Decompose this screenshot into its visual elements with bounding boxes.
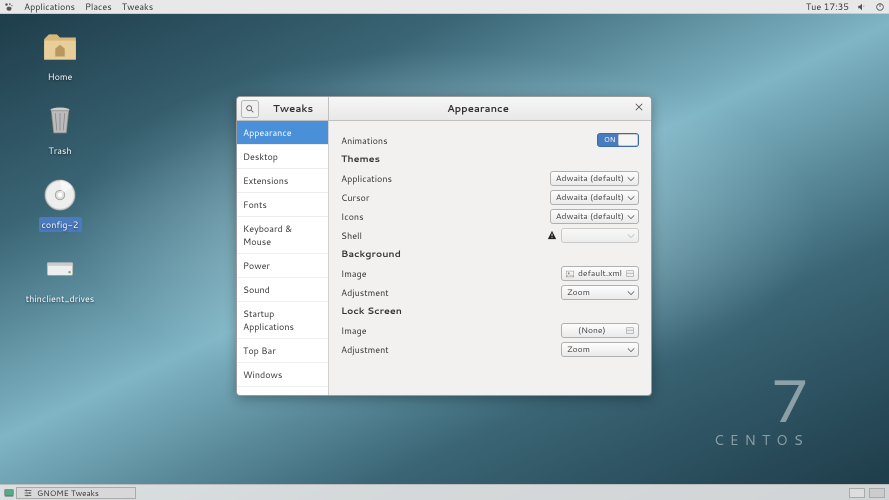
sidebar-item-power[interactable]: Power: [237, 254, 328, 278]
dropdown-value: Zoom: [567, 286, 590, 298]
volume-icon[interactable]: [857, 2, 867, 12]
sidebar-item-fonts[interactable]: Fonts: [237, 193, 328, 217]
desktop-icon-label: thinclient_drives: [23, 291, 98, 306]
open-file-icon: [625, 326, 635, 336]
panel-title: Appearance: [329, 97, 627, 120]
sidebar-item-startup[interactable]: Startup Applications: [237, 302, 328, 339]
sidebar-item-sound[interactable]: Sound: [237, 278, 328, 302]
tweaks-window: Tweaks Appearance Appearance Desktop Ext…: [236, 96, 652, 396]
desktop-icon-label: config-2: [39, 217, 82, 232]
sidebar-item-topbar[interactable]: Top Bar: [237, 339, 328, 363]
theme-cursor-dropdown[interactable]: Adwaita (default): [550, 190, 639, 205]
chevron-down-icon: [627, 175, 635, 183]
menu-app-tweaks[interactable]: Tweaks: [122, 0, 153, 13]
menu-applications[interactable]: Applications: [24, 0, 75, 13]
theme-cursor-label: Cursor: [341, 191, 369, 204]
filechooser-value: default.xml: [578, 267, 622, 279]
drive-icon: [40, 250, 80, 288]
themes-header: Themes: [341, 153, 639, 166]
workspace-switcher[interactable]: [849, 488, 865, 498]
dropdown-value: Zoom: [567, 343, 590, 355]
trash-icon: [40, 102, 80, 140]
close-button[interactable]: [633, 103, 645, 115]
content-panel: Animations ON Themes Applications Adwait…: [329, 121, 651, 395]
sidebar: Appearance Desktop Extensions Fonts Keyb…: [237, 121, 329, 395]
search-icon: [245, 104, 255, 114]
theme-icons-label: Icons: [341, 210, 364, 223]
clock[interactable]: Tue 17:35: [806, 0, 849, 13]
ls-adjustment-label: Adjustment: [341, 343, 389, 356]
theme-icons-dropdown[interactable]: Adwaita (default): [550, 209, 639, 224]
ls-image-chooser[interactable]: (None): [561, 323, 639, 338]
image-icon: [565, 269, 575, 279]
taskbar-item-tweaks[interactable]: GNOME Tweaks: [16, 487, 136, 499]
search-button[interactable]: [241, 100, 259, 118]
menu-places[interactable]: Places: [85, 0, 112, 13]
bg-image-label: Image: [341, 267, 367, 280]
warning-icon: [547, 230, 557, 240]
desktop-icon-config2[interactable]: config-2: [30, 176, 90, 232]
titlebar[interactable]: Tweaks Appearance: [237, 97, 651, 121]
desktop-icon-trash[interactable]: Trash: [30, 102, 90, 158]
chevron-down-icon: [627, 213, 635, 221]
close-icon: [635, 103, 643, 111]
sidebar-item-extensions[interactable]: Extensions: [237, 169, 328, 193]
theme-applications-label: Applications: [341, 172, 392, 185]
chevron-down-icon: [627, 346, 635, 354]
ls-adjustment-dropdown[interactable]: Zoom: [561, 342, 639, 357]
desktop-icon-label: Trash: [45, 143, 74, 158]
bg-image-chooser[interactable]: default.xml: [561, 266, 639, 281]
animations-label: Animations: [341, 134, 388, 147]
sidebar-item-appearance[interactable]: Appearance: [237, 121, 328, 145]
gnome-foot-icon: [4, 2, 14, 12]
workspace-switcher[interactable]: [869, 488, 885, 498]
folder-home-icon: [40, 28, 80, 66]
power-icon[interactable]: [875, 2, 885, 12]
dropdown-value: Adwaita (default): [556, 191, 624, 203]
taskbar-item-label: GNOME Tweaks: [37, 487, 99, 499]
chevron-down-icon: [627, 232, 635, 240]
desktop-icon-home[interactable]: Home: [30, 28, 90, 84]
chevron-down-icon: [627, 289, 635, 297]
show-desktop-icon[interactable]: [4, 488, 14, 498]
switch-on-label: ON: [604, 135, 615, 145]
sidebar-item-keyboard-mouse[interactable]: Keyboard & Mouse: [237, 217, 328, 254]
centos-watermark: 7 CENTOS: [714, 370, 809, 450]
theme-applications-dropdown[interactable]: Adwaita (default): [550, 171, 639, 186]
filechooser-value: (None): [578, 324, 606, 336]
sidebar-item-desktop[interactable]: Desktop: [237, 145, 328, 169]
bottom-panel: GNOME Tweaks: [0, 484, 889, 500]
tweaks-app-icon: [23, 488, 33, 498]
dropdown-value: Adwaita (default): [556, 210, 624, 222]
bg-adjustment-dropdown[interactable]: Zoom: [561, 285, 639, 300]
top-panel: Applications Places Tweaks Tue 17:35: [0, 0, 889, 14]
desktop-icon-thinclient[interactable]: thinclient_drives: [30, 250, 90, 306]
bg-adjustment-label: Adjustment: [341, 286, 389, 299]
open-file-icon: [625, 269, 635, 279]
sidebar-item-workspaces[interactable]: Workspaces: [237, 387, 328, 395]
animations-switch[interactable]: ON: [597, 133, 639, 147]
lockscreen-header: Lock Screen: [341, 305, 639, 318]
disc-icon: [40, 176, 80, 214]
desktop-icons: Home Trash config-2 thinclient_drives: [30, 28, 90, 306]
dropdown-value: Adwaita (default): [556, 172, 624, 184]
theme-shell-label: Shell: [341, 229, 362, 242]
switch-knob: [618, 134, 638, 146]
background-header: Background: [341, 248, 639, 261]
theme-shell-dropdown: [561, 228, 639, 243]
app-title: Tweaks: [273, 102, 313, 116]
chevron-down-icon: [627, 194, 635, 202]
sidebar-item-windows[interactable]: Windows: [237, 363, 328, 387]
ls-image-label: Image: [341, 324, 367, 337]
desktop-icon-label: Home: [45, 69, 76, 84]
